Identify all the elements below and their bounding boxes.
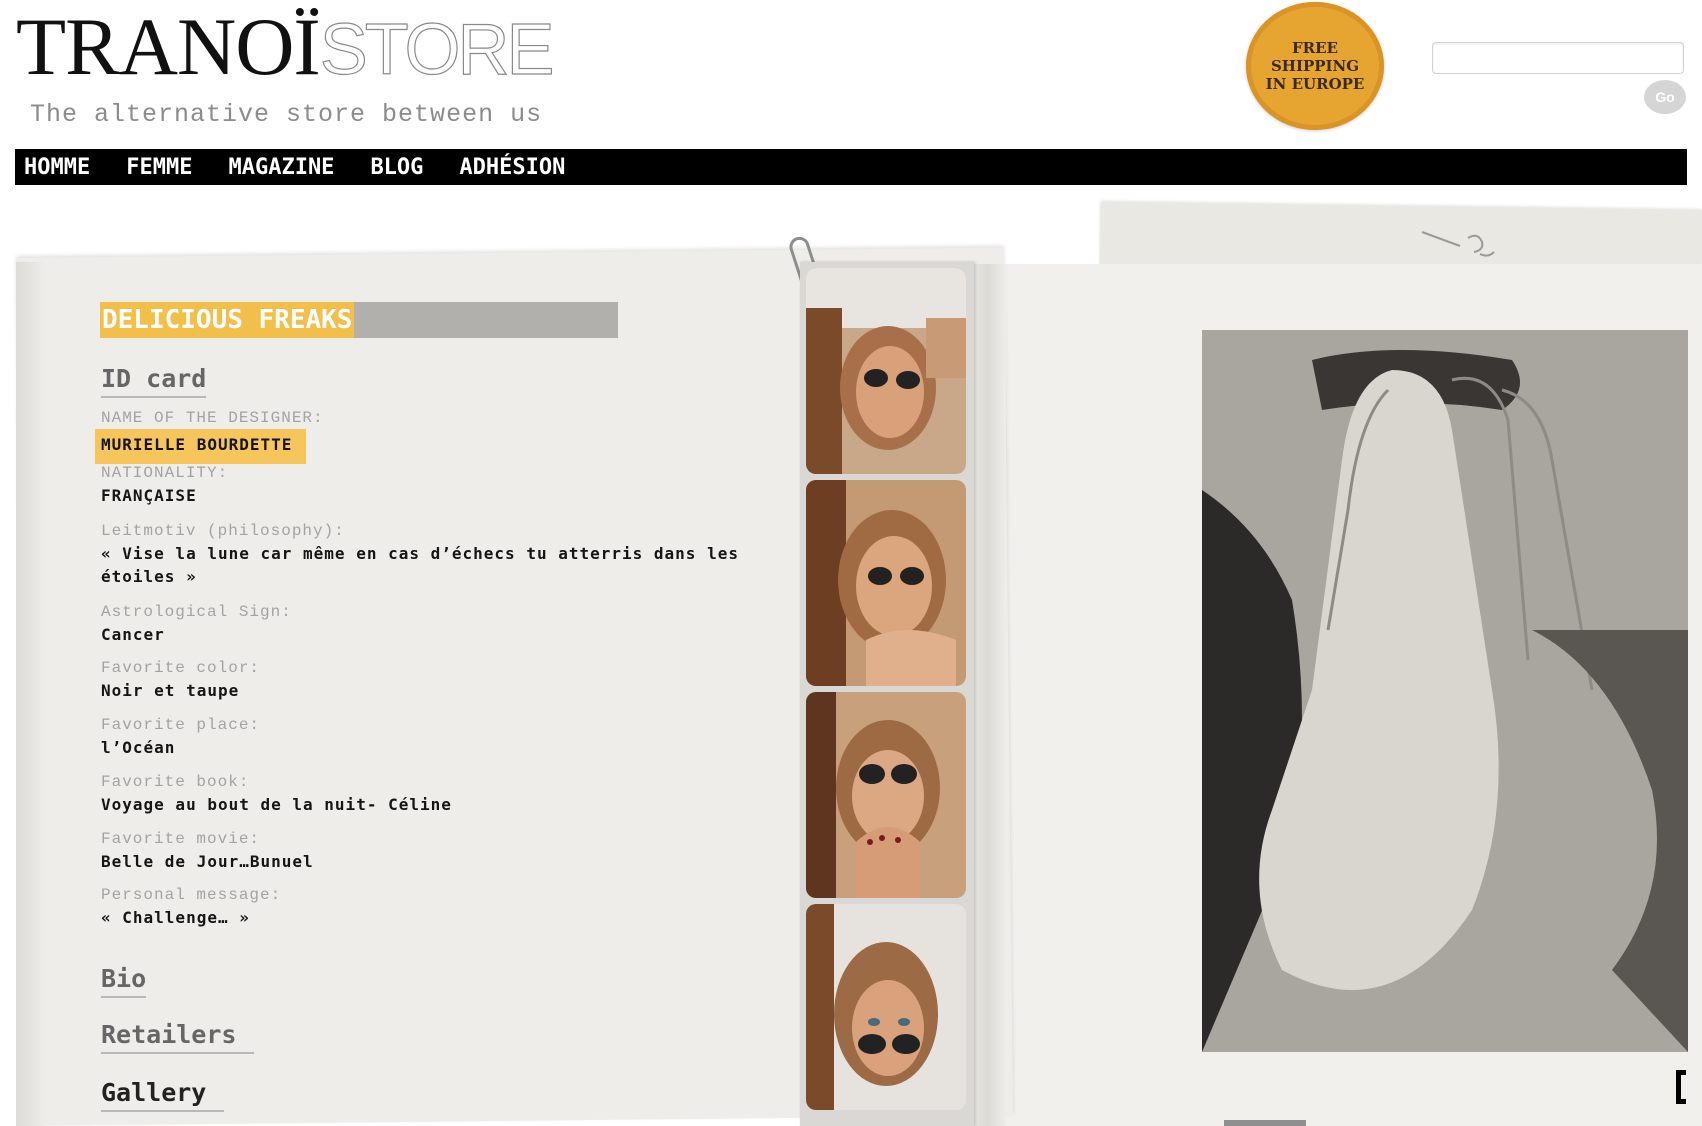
section-title-bar: DELICIOUS FREAKS [100, 302, 618, 338]
photobooth-photo[interactable] [806, 904, 966, 1110]
field-value: MURIELLE BOURDETTE [95, 429, 781, 464]
field-label: Favorite place: [101, 716, 261, 734]
field-label: Favorite movie: [101, 830, 261, 848]
field-value: l’Océan [101, 738, 176, 757]
nav-item-adhesion[interactable]: ADHÉSION [459, 155, 565, 180]
search-input[interactable] [1432, 42, 1684, 74]
field-value: « Challenge… » [101, 908, 250, 927]
field-value: Belle de Jour…Bunuel [101, 852, 314, 871]
photobooth-photo[interactable] [806, 480, 966, 686]
field-personal-message: Personal message: « Challenge… » [101, 884, 781, 929]
field-label: Leitmotiv (philosophy): [101, 522, 345, 540]
gallery-link[interactable]: Gallery [101, 1078, 225, 1112]
nav-item-magazine[interactable]: MAGAZINE [228, 155, 334, 180]
retailers-link[interactable]: Retailers [101, 1020, 255, 1054]
nav-item-homme[interactable]: HOMME [24, 155, 90, 180]
search-go-button[interactable]: Go [1644, 80, 1686, 114]
site-logo[interactable]: TRANOÏSTORE [16, 2, 555, 92]
field-label: Personal message: [101, 886, 282, 904]
designer-name-highlight: MURIELLE BOURDETTE [95, 429, 307, 464]
field-nationality: NATIONALITY: FRANÇAISE [101, 462, 781, 507]
pencil-doodle [1421, 231, 1495, 257]
free-shipping-badge: FREE SHIPPING IN EUROPE [1246, 2, 1384, 130]
field-value: Voyage au bout de la nuit- Céline [101, 795, 452, 814]
field-label: Favorite color: [101, 659, 261, 677]
field-value: FRANÇAISE [101, 486, 197, 505]
field-value: « Vise la lune car même en cas d’échecs … [101, 544, 739, 586]
gallery-thumb-tab[interactable] [1224, 1120, 1306, 1126]
bio-link[interactable]: Bio [101, 964, 147, 998]
logo-main-text: TRANOÏ [16, 1, 321, 92]
field-value: Noir et taupe [101, 681, 240, 700]
main-nav: HOMME FEMME MAGAZINE BLOG ADHÉSION [15, 149, 1687, 185]
field-favorite-book: Favorite book: Voyage au bout de la nuit… [101, 771, 781, 816]
field-favorite-place: Favorite place: l’Océan [101, 714, 781, 759]
bracket-icon [1676, 1070, 1686, 1104]
photo-strip [800, 262, 974, 1126]
field-label: Astrological Sign: [101, 603, 292, 621]
field-designer-name: NAME OF THE DESIGNER: MURIELLE BOURDETTE [95, 407, 781, 464]
field-label: NATIONALITY: [101, 464, 229, 482]
photobooth-photo[interactable] [806, 692, 966, 898]
site-tagline: The alternative store between us [30, 100, 543, 129]
field-label: Favorite book: [101, 773, 250, 791]
nav-item-blog[interactable]: BLOG [370, 155, 423, 180]
field-value: Cancer [101, 625, 165, 644]
page-fold [970, 264, 1006, 1126]
field-leitmotiv: Leitmotiv (philosophy): « Vise la lune c… [101, 520, 771, 588]
featured-photo[interactable] [1202, 330, 1688, 1052]
section-title: DELICIOUS FREAKS [100, 302, 355, 338]
nav-item-femme[interactable]: FEMME [126, 155, 192, 180]
field-label: NAME OF THE DESIGNER: [101, 409, 324, 427]
badge-line: IN EUROPE [1265, 75, 1365, 93]
badge-line: FREE [1292, 39, 1338, 57]
id-card-heading[interactable]: ID card [101, 364, 207, 398]
field-astrological-sign: Astrological Sign: Cancer [101, 601, 781, 646]
field-favorite-color: Favorite color: Noir et taupe [101, 657, 781, 702]
photobooth-photo[interactable] [806, 268, 966, 474]
field-favorite-movie: Favorite movie: Belle de Jour…Bunuel [101, 828, 781, 873]
logo-sub-text: STORE [319, 9, 555, 90]
badge-line: SHIPPING [1270, 57, 1360, 75]
paper-edge [16, 262, 46, 1126]
